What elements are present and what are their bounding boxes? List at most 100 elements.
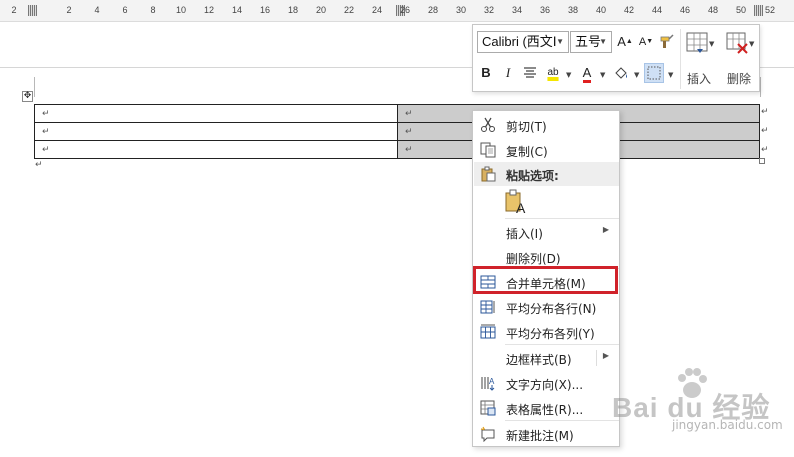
border-icon	[647, 66, 661, 80]
distribute-columns-icon	[480, 324, 496, 339]
font-name-value: Calibri (西文Ⅰ	[482, 34, 557, 49]
bold-button[interactable]: B	[476, 63, 496, 83]
menu-item-new-comment[interactable]: 新建批注(M)	[474, 422, 619, 446]
ruler-tick: 30	[455, 5, 467, 15]
ruler-tick: 22	[343, 5, 355, 15]
ruler-tick: 16	[259, 5, 271, 15]
menu-item-distribute-columns[interactable]: 平均分布各列(Y)	[474, 320, 619, 344]
font-color-button[interactable]: A	[577, 63, 597, 83]
chevron-down-icon[interactable]: ▼	[668, 71, 673, 79]
delete-label: 删除	[726, 72, 751, 86]
borders-button[interactable]	[644, 63, 664, 83]
grow-font-icon: A	[617, 34, 626, 49]
format-painter-button[interactable]	[657, 32, 677, 52]
delete-table-button[interactable]: ▼ 删除	[719, 31, 759, 89]
menu-item-distribute-rows[interactable]: 平均分布各行(N)	[474, 295, 619, 319]
row-end-mark: ↵	[761, 107, 769, 117]
ruler-tick: 36	[539, 5, 551, 15]
font-color-icon: A	[582, 66, 592, 83]
align-center-icon	[524, 67, 536, 78]
mini-toolbar: Calibri (西文Ⅰ ▼ 五号 ▼ A▲ A▼ B I ab ▼ A ▼ ▼…	[472, 24, 760, 92]
ruler-tick: 26	[399, 5, 411, 15]
font-size-value: 五号	[575, 34, 602, 49]
insert-table-button[interactable]: ▼ 插入	[679, 31, 719, 89]
table-cell[interactable]: ↵	[34, 122, 398, 141]
menu-item-copy[interactable]: 复制(C)	[474, 138, 619, 162]
ruler-tick: 32	[483, 5, 495, 15]
ruler-tick: 18	[287, 5, 299, 15]
annotation-highlight-box	[473, 266, 618, 294]
paragraph-mark: ↵	[405, 126, 413, 137]
paragraph-mark: ↵	[405, 144, 413, 155]
text-direction-icon: A	[481, 377, 495, 391]
paint-bucket-icon	[615, 67, 627, 79]
document-table[interactable]: ↵ ↵ ↵ ↵ ↵ ↵	[34, 104, 760, 159]
ruler-left-margin-marker[interactable]	[28, 5, 37, 16]
menu-item-label: 新建批注(M)	[506, 429, 574, 443]
table-cell[interactable]: ↵	[34, 104, 398, 123]
paste-keep-text-icon: A	[505, 189, 526, 215]
grow-font-button[interactable]: A▲	[615, 32, 635, 52]
baidu-jingyan-watermark: Bai du 经验 jingyan.baidu.com	[612, 366, 794, 457]
ruler-tick: 12	[203, 5, 215, 15]
margin-corner-mark	[760, 77, 761, 97]
copy-icon	[480, 142, 496, 158]
menu-item-table-properties[interactable]: 表格属性(R)...	[474, 396, 619, 420]
menu-item-cut[interactable]: 剪切(T)	[474, 113, 619, 137]
ruler-tick: 40	[595, 5, 607, 15]
paragraph-mark: ↵	[42, 144, 50, 155]
menu-item-paste-keep-text[interactable]: A	[474, 189, 619, 217]
paragraph-mark: ↵	[405, 108, 413, 119]
chevron-down-icon[interactable]: ▼	[634, 71, 639, 79]
ruler-tick: 48	[707, 5, 719, 15]
ruler-tick: 2	[11, 5, 17, 15]
menu-item-label: 文字方向(X)...	[506, 378, 584, 392]
ruler-tick: 4	[94, 5, 100, 15]
paragraph-mark: ↵	[42, 108, 50, 119]
font-name-select[interactable]: Calibri (西文Ⅰ ▼	[477, 31, 569, 53]
brush-icon	[660, 34, 674, 48]
chevron-down-icon[interactable]: ▼	[566, 71, 571, 79]
ruler-tick: 38	[567, 5, 579, 15]
chevron-down-icon: ▼	[749, 40, 755, 48]
ruler-tick: 50	[735, 5, 747, 15]
watermark-site: jingyan.baidu.com	[672, 418, 783, 432]
chevron-down-icon[interactable]: ▼	[600, 71, 605, 79]
center-align-button[interactable]	[520, 63, 540, 83]
chevron-right-icon: ▶	[602, 225, 609, 234]
menu-item-insert[interactable]: 插入(I) ▶	[474, 220, 619, 244]
table-move-handle[interactable]: ✥	[22, 91, 33, 102]
menu-item-border-styles[interactable]: 边框样式(B) ▶	[474, 346, 619, 370]
italic-button[interactable]: I	[498, 63, 518, 83]
table-properties-icon	[480, 400, 496, 416]
horizontal-ruler[interactable]: 2 2 4 6 8 10 12 14 16 18 20 22 24 26 28 …	[0, 0, 794, 22]
menu-header-paste-options: 粘贴选项:	[474, 162, 619, 186]
highlighter-icon: ab	[547, 67, 559, 78]
table-row[interactable]: ↵ ↵	[34, 140, 760, 159]
shading-button[interactable]	[611, 63, 631, 83]
chevron-down-icon: ▼	[599, 37, 607, 46]
chevron-down-icon: ▼	[556, 37, 564, 46]
table-row[interactable]: ↵ ↵	[34, 104, 760, 123]
table-cell[interactable]: ↵	[34, 140, 398, 159]
paste-icon	[481, 166, 496, 182]
table-resize-handle[interactable]	[759, 158, 765, 164]
ruler-tick: 8	[150, 5, 156, 15]
ruler-right-margin-marker[interactable]	[754, 5, 763, 16]
ruler-tick: 34	[511, 5, 523, 15]
table-row[interactable]: ↵ ↵	[34, 122, 760, 141]
svg-text:A: A	[516, 200, 526, 215]
highlight-button[interactable]: ab	[543, 63, 563, 83]
paragraph-mark: ↵	[35, 160, 43, 170]
shrink-font-button[interactable]: A▼	[636, 32, 656, 52]
ruler-tick: 44	[651, 5, 663, 15]
menu-item-label: 平均分布各行(N)	[506, 302, 597, 316]
distribute-rows-icon	[480, 300, 495, 314]
ruler-tick: 52	[764, 5, 776, 15]
ruler-tick: 10	[175, 5, 187, 15]
font-size-select[interactable]: 五号 ▼	[570, 31, 612, 53]
ruler-tick: 6	[122, 5, 128, 15]
row-end-mark: ↵	[761, 145, 769, 155]
menu-item-text-direction[interactable]: A 文字方向(X)...	[474, 371, 619, 395]
new-comment-icon	[480, 426, 495, 442]
